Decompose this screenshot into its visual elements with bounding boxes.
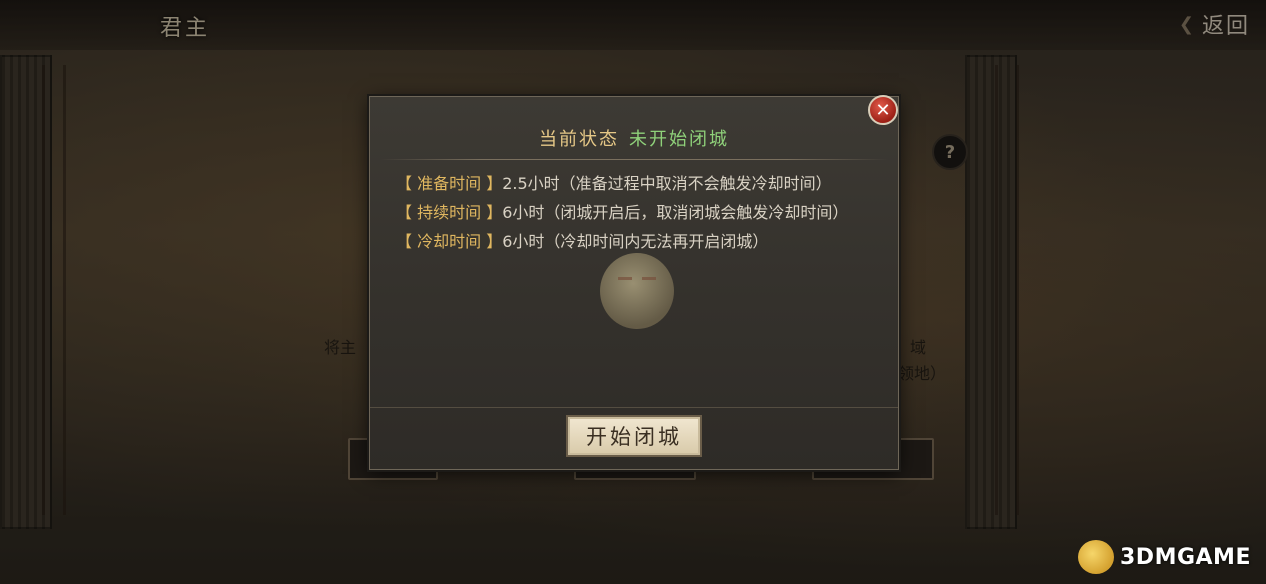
dialog-status: 当前状态 未开始闭城 <box>370 125 898 151</box>
city-close-dialog: ✕ 当前状态 未开始闭城 【 准备时间 】2.5小时（准备过程中取消不会触发冷却时… <box>369 95 899 470</box>
rule-value: 6小时（闭城开启后，取消闭城会触发冷却时间） <box>502 203 849 222</box>
site-watermark: 3DMGAME <box>1078 540 1251 574</box>
rule-preparation-time: 【 准备时间 】2.5小时（准备过程中取消不会触发冷却时间） <box>396 174 832 193</box>
rule-key: 准备时间 <box>417 174 482 193</box>
rule-key: 持续时间 <box>417 203 482 222</box>
rule-key: 冷却时间 <box>417 232 482 251</box>
watermark-text: 3DMGAME <box>1120 544 1251 570</box>
status-value: 未开始闭城 <box>629 129 729 150</box>
rule-cooldown-time: 【 冷却时间 】6小时（冷却时间内无法再开启闭城） <box>396 232 769 251</box>
status-label: 当前状态 <box>539 129 619 150</box>
close-icon[interactable]: ✕ <box>868 95 898 125</box>
start-close-city-button[interactable]: 开始闭城 <box>566 415 702 457</box>
mascot-watermark-icon <box>600 253 674 329</box>
header-divider <box>380 159 888 160</box>
rules-list: 【 准备时间 】2.5小时（准备过程中取消不会触发冷却时间） 【 持续时间 】6… <box>396 169 876 256</box>
rule-duration: 【 持续时间 】6小时（闭城开启后，取消闭城会触发冷却时间） <box>396 203 849 222</box>
chick-logo-icon <box>1078 540 1114 574</box>
footer-divider <box>370 407 898 408</box>
rule-value: 2.5小时（准备过程中取消不会触发冷却时间） <box>502 174 832 193</box>
rule-value: 6小时（冷却时间内无法再开启闭城） <box>502 232 769 251</box>
